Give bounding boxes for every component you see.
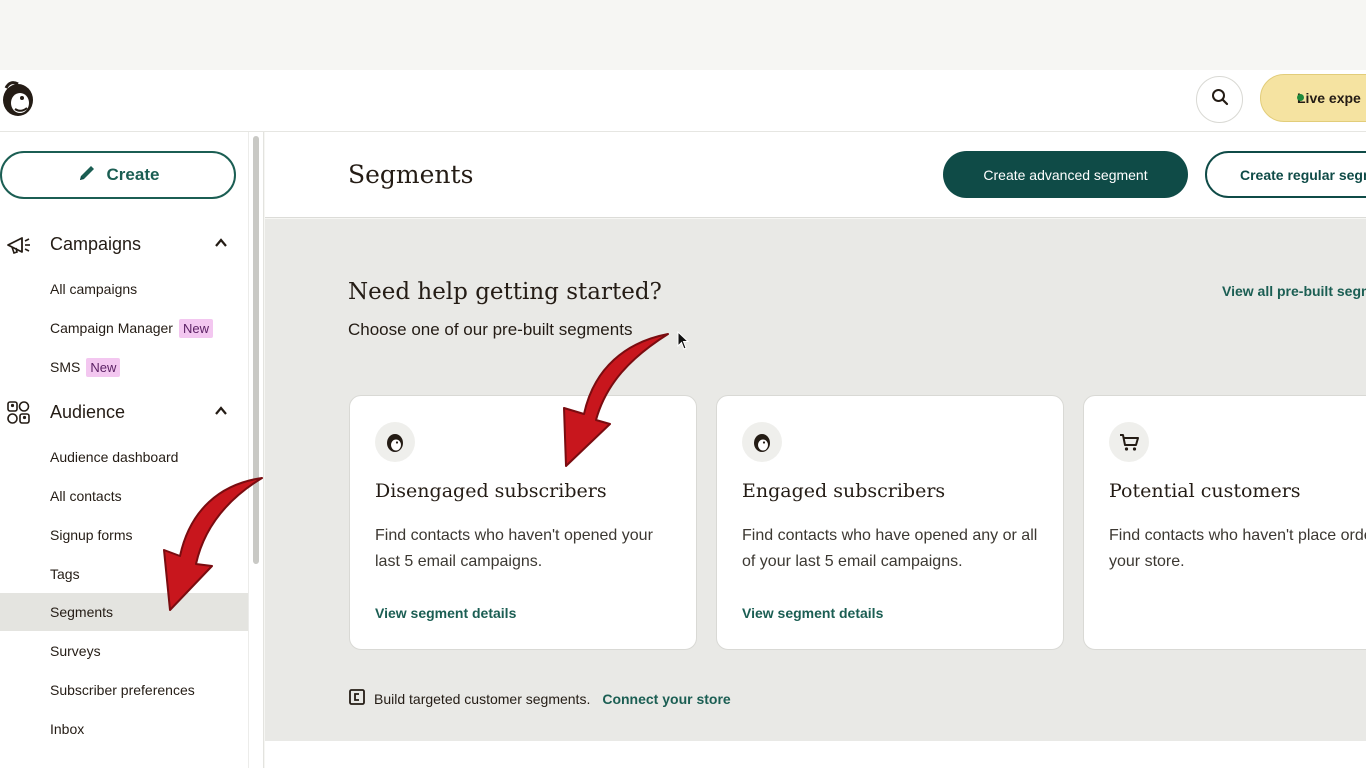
segment-card-potential-customers[interactable]: Potential customers Find contacts who ha… [1083,395,1366,650]
sidebar-item-subscriber-preferences[interactable]: Subscriber preferences [0,671,248,709]
sidebar-section-label: Audience [50,401,126,422]
sidebar-item-tags[interactable]: Tags [0,555,248,593]
sidebar-item-signup-forms[interactable]: Signup forms [0,516,248,554]
audience-icon [6,400,32,426]
search-button[interactable] [1196,76,1243,123]
sidebar-item-label: Signup forms [50,527,133,543]
create-regular-segment-button[interactable]: Create regular segm [1205,151,1366,198]
live-label: Live expe [1297,90,1361,106]
sidebar-divider [248,132,249,768]
create-button[interactable]: Create [0,151,236,199]
sidebar-item-sms[interactable]: SMS New [0,348,248,386]
freddie-icon [375,422,415,462]
main-content: Need help getting started? Choose one of… [265,219,1366,741]
connect-store-banner: Build targeted customer segments. Connec… [348,688,731,709]
cart-icon [1109,422,1149,462]
sidebar-item-all-contacts[interactable]: All contacts [0,477,248,515]
sidebar: Create Campaigns All campaigns Campaign … [0,132,264,768]
sidebar-item-audience-dashboard[interactable]: Audience dashboard [0,438,248,476]
sidebar-item-label: SMS [50,359,81,375]
page-header: Segments Create advanced segment Create … [265,132,1366,218]
create-advanced-segment-button[interactable]: Create advanced segment [943,151,1188,198]
new-badge: New [86,357,121,377]
card-description: Find contacts who haven't place order in… [1109,527,1366,570]
search-icon [1211,88,1229,111]
page-title: Segments [348,160,474,189]
sidebar-item-label: Subscriber preferences [50,682,195,698]
create-label: Create [106,165,160,184]
freddie-icon [742,422,782,462]
sidebar-item-label: All contacts [50,488,122,504]
sidebar-section-campaigns[interactable]: Campaigns [0,226,248,262]
view-segment-details-link[interactable]: View segment details [742,605,883,621]
live-experience-button[interactable]: Live expe [1260,74,1366,122]
sidebar-section-label: Campaigns [50,233,142,254]
sidebar-item-inbox[interactable]: Inbox [0,710,248,748]
card-title: Disengaged subscribers [375,480,607,502]
chevron-up-icon [214,404,228,418]
card-title: Engaged subscribers [742,480,946,502]
megaphone-icon [6,232,32,258]
new-badge: New [178,318,213,338]
card-title: Potential customers [1109,480,1301,502]
connect-your-store-link[interactable]: Connect your store [602,691,730,707]
mouse-cursor-icon [677,331,690,350]
view-segment-details-link[interactable]: View segment details [375,605,516,621]
chevron-up-icon [214,236,228,250]
bottom-strip [265,741,1366,768]
sidebar-item-all-campaigns[interactable]: All campaigns [0,270,248,308]
segment-card-disengaged[interactable]: Disengaged subscribers Find contacts who… [349,395,697,650]
sidebar-scrollbar[interactable] [253,136,259,564]
card-description: Find contacts who haven't opened your la… [375,527,653,570]
segment-card-engaged[interactable]: Engaged subscribers Find contacts who ha… [716,395,1064,650]
store-icon [348,688,366,709]
card-description: Find contacts who have opened any or all… [742,527,1038,570]
sidebar-section-audience[interactable]: Audience [0,394,248,430]
sidebar-item-label: All campaigns [50,281,138,297]
help-title: Need help getting started? [348,279,662,305]
sidebar-item-campaign-manager[interactable]: Campaign Manager New [0,309,248,347]
sidebar-item-segments[interactable]: Segments [0,593,248,631]
sidebar-item-label: Inbox [50,721,85,737]
view-all-prebuilt-link[interactable]: View all pre-built segm [1222,283,1366,299]
sidebar-item-surveys[interactable]: Surveys [0,632,248,670]
top-bar: Live expe [0,70,1366,132]
store-text: Build targeted customer segments. [374,690,591,707]
sidebar-item-label: Tags [50,566,80,582]
live-status-dot [1297,94,1304,101]
sidebar-item-label: Surveys [50,643,101,659]
pencil-icon [77,163,97,188]
sidebar-item-label: Segments [50,604,114,620]
help-subtitle: Choose one of our pre-built segments [348,320,633,339]
sidebar-item-label: Campaign Manager [50,320,173,336]
mailchimp-logo-icon[interactable] [0,76,40,120]
sidebar-item-label: Audience dashboard [50,449,179,465]
